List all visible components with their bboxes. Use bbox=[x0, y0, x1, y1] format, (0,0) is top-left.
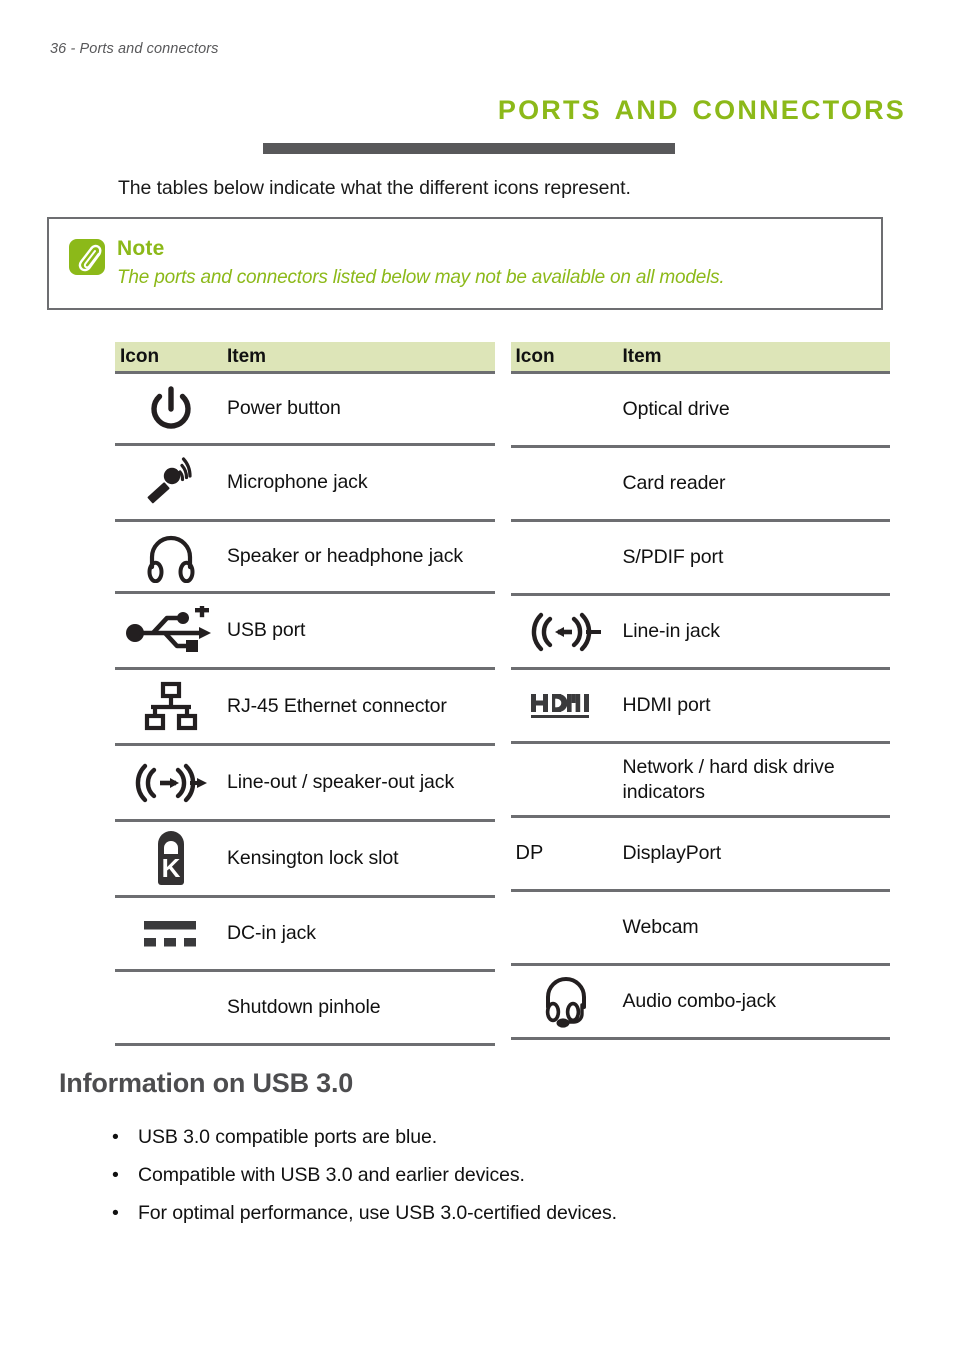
table-cell-item: DC-in jack bbox=[227, 922, 316, 945]
list-item-text: USB 3.0 compatible ports are blue. bbox=[138, 1126, 438, 1148]
table-cell-item: HDMI port bbox=[622, 694, 711, 717]
table-cell-item: Audio combo-jack bbox=[622, 990, 777, 1013]
audio-combo-jack-icon bbox=[511, 974, 623, 1030]
table-row: RJ-45 Ethernet connector bbox=[115, 670, 495, 746]
table-cell-item: RJ-45 Ethernet connector bbox=[227, 695, 447, 718]
list-item-text: Compatible with USB 3.0 and earlier devi… bbox=[138, 1164, 525, 1186]
table-cell-item: Power button bbox=[227, 397, 341, 420]
table-cell-item: DisplayPort bbox=[622, 842, 722, 865]
document-page: 36 - Ports and connectors Ports and conn… bbox=[0, 0, 954, 1352]
hdmi-logo-icon bbox=[511, 692, 623, 720]
intro-paragraph: The tables below indicate what the diffe… bbox=[118, 177, 631, 199]
column-header-icon: Icon bbox=[120, 345, 160, 367]
svg-text:K: K bbox=[162, 853, 181, 883]
table-row: DP DisplayPort bbox=[510, 818, 890, 892]
table-row: Microphone jack bbox=[115, 446, 495, 522]
list-item: • USB 3.0 compatible ports are blue. bbox=[112, 1126, 872, 1149]
table-cell-item: Line-in jack bbox=[622, 620, 721, 643]
table-row: DC-in jack bbox=[115, 898, 495, 972]
table-cell-item: Speaker or headphone jack bbox=[227, 545, 464, 568]
column-header-icon: Icon bbox=[515, 345, 555, 367]
bullet-marker: • bbox=[112, 1164, 119, 1186]
table-cell-item: Microphone jack bbox=[227, 471, 368, 494]
ports-table-right: Icon Item Optical drive Card reader S/PD… bbox=[510, 342, 890, 1046]
ports-tables: Icon Item Power button Microphone jack S… bbox=[115, 342, 890, 1046]
displayport-abbr: DP bbox=[515, 842, 544, 864]
bullet-marker: • bbox=[112, 1202, 119, 1224]
bullet-marker: • bbox=[112, 1126, 119, 1148]
table-row: K Kensington lock slot bbox=[115, 822, 495, 898]
table-cell-item: Webcam bbox=[622, 916, 699, 939]
ethernet-rj45-icon bbox=[115, 681, 227, 733]
microphone-jack-icon bbox=[115, 456, 227, 510]
usb-port-icon bbox=[115, 605, 227, 656]
table-row: Shutdown pinhole bbox=[115, 972, 495, 1046]
table-cell-item: Line-out / speaker-out jack bbox=[227, 771, 455, 794]
ports-table-left: Icon Item Power button Microphone jack S… bbox=[115, 342, 495, 1046]
list-item: • For optimal performance, use USB 3.0-c… bbox=[112, 1202, 872, 1225]
column-header-item: Item bbox=[622, 345, 662, 367]
table-row: S/PDIF port bbox=[510, 522, 890, 596]
table-row: USB port bbox=[115, 594, 495, 670]
line-out-jack-icon bbox=[115, 758, 227, 808]
dc-in-jack-icon bbox=[115, 917, 227, 951]
table-row: Webcam bbox=[510, 892, 890, 966]
page-title: Ports and connectors bbox=[497, 86, 906, 128]
headphone-jack-icon bbox=[115, 531, 227, 583]
table-cell-item: USB port bbox=[227, 619, 306, 642]
table-header-row: Icon Item bbox=[115, 342, 495, 374]
note-box: Note The ports and connectors listed bel… bbox=[47, 217, 883, 310]
table-row: Card reader bbox=[510, 448, 890, 522]
table-cell-item: Optical drive bbox=[622, 398, 730, 421]
table-row: HDMI port bbox=[510, 670, 890, 744]
table-cell-item: Shutdown pinhole bbox=[227, 996, 381, 1019]
usb-bullet-list: • USB 3.0 compatible ports are blue. • C… bbox=[112, 1126, 872, 1240]
table-row: Audio combo-jack bbox=[510, 966, 890, 1040]
kensington-lock-icon: K bbox=[115, 830, 227, 888]
table-cell-item: Kensington lock slot bbox=[227, 847, 399, 870]
table-row: Power button bbox=[115, 374, 495, 446]
table-header-row: Icon Item bbox=[510, 342, 890, 374]
table-cell-item: Card reader bbox=[622, 472, 726, 495]
table-row: Optical drive bbox=[510, 374, 890, 448]
table-cell-item: Network / hard disk drive indicators bbox=[622, 755, 835, 803]
note-label: Note bbox=[117, 237, 165, 260]
note-text: The ports and connectors listed below ma… bbox=[117, 267, 725, 288]
line-in-jack-icon bbox=[511, 607, 623, 657]
note-paperclip-icon bbox=[69, 239, 105, 275]
running-header: 36 - Ports and connectors bbox=[50, 41, 219, 57]
table-row: Line-out / speaker-out jack bbox=[115, 746, 495, 822]
usb-section-heading: Information on USB 3.0 bbox=[59, 1068, 354, 1098]
page-title-wrap: Ports and connectors bbox=[0, 88, 906, 126]
displayport-text-icon: DP bbox=[511, 842, 623, 865]
title-rule bbox=[263, 143, 675, 154]
table-row: Line-in jack bbox=[510, 596, 890, 670]
column-header-item: Item bbox=[227, 345, 267, 367]
table-row: Speaker or headphone jack bbox=[115, 522, 495, 594]
list-item-text: For optimal performance, use USB 3.0-cer… bbox=[138, 1202, 617, 1224]
power-button-icon bbox=[115, 381, 227, 437]
table-cell-item: S/PDIF port bbox=[622, 546, 724, 569]
list-item: • Compatible with USB 3.0 and earlier de… bbox=[112, 1164, 872, 1187]
table-row: Network / hard disk drive indicators bbox=[510, 744, 890, 818]
